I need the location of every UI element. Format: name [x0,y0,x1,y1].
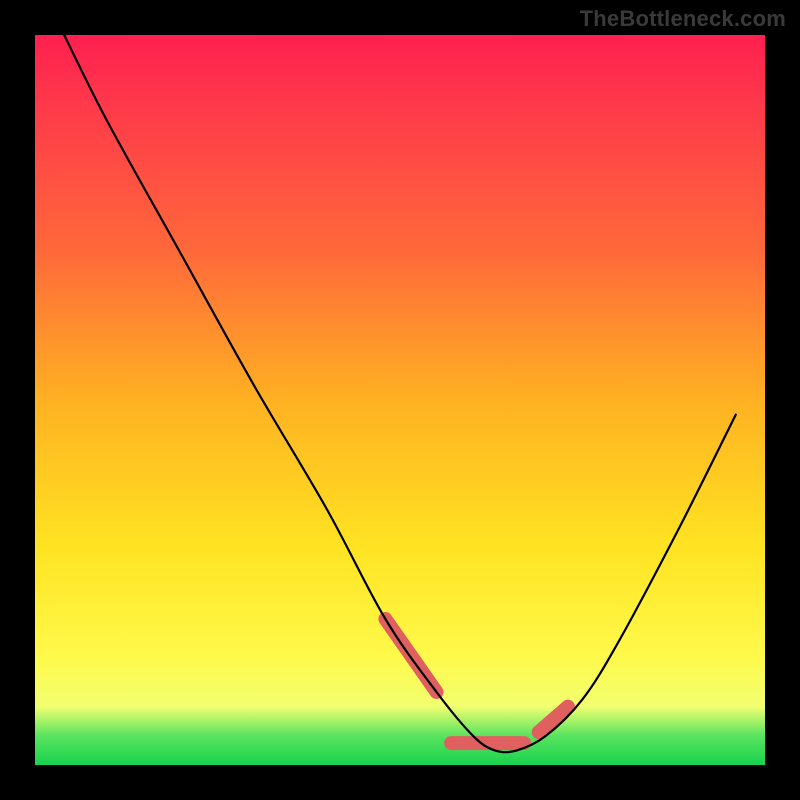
highlight-group [385,619,568,743]
plot-area [35,35,765,765]
chart-svg [35,35,765,765]
watermark-text: TheBottleneck.com [580,6,786,32]
chart-frame: TheBottleneck.com [0,0,800,800]
